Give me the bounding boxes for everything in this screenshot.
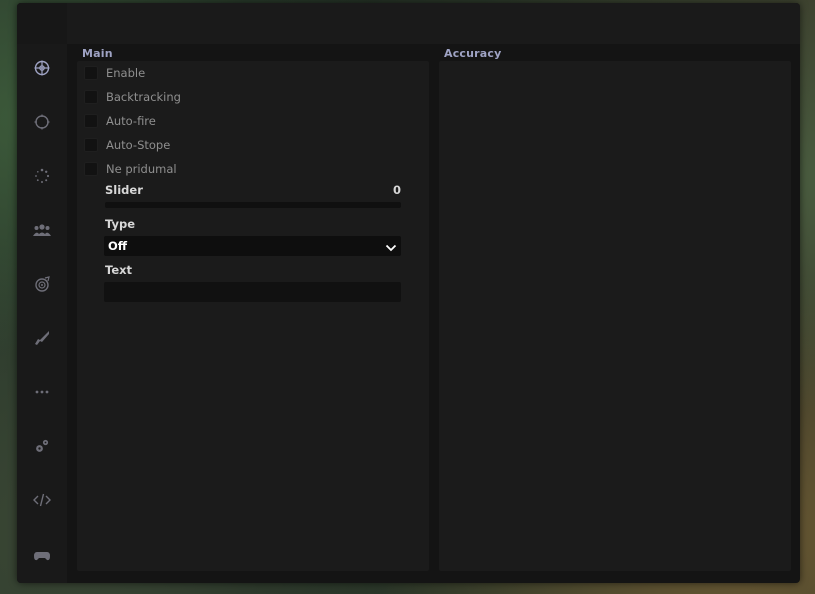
spinner-icon	[34, 168, 50, 184]
sidebar-item-misc[interactable]	[17, 372, 67, 412]
slider-label: Slider	[105, 183, 143, 197]
checkbox-ne-pridumal[interactable]: Ne pridumal	[84, 160, 177, 178]
checkbox-auto-fire[interactable]: Auto-fire	[84, 112, 156, 130]
checkbox-box[interactable]	[84, 162, 98, 176]
accuracy-panel	[439, 61, 791, 571]
sidebar-item-visuals[interactable]	[17, 264, 67, 304]
chevron-down-icon	[385, 237, 397, 256]
checkbox-box[interactable]	[84, 90, 98, 104]
checkbox-backtracking[interactable]: Backtracking	[84, 88, 181, 106]
accuracy-section-title: Accuracy	[444, 47, 502, 60]
sidebar	[17, 44, 67, 583]
rifle-icon	[34, 330, 50, 346]
sidebar-item-players[interactable]	[17, 210, 67, 250]
type-label: Type	[105, 217, 136, 231]
gears-icon	[34, 438, 50, 454]
text-label: Text	[105, 263, 133, 277]
sidebar-item-settings[interactable]	[17, 426, 67, 466]
type-select[interactable]: Off	[104, 236, 401, 256]
checkbox-enable[interactable]: Enable	[84, 64, 145, 82]
slider-value: 0	[393, 183, 402, 197]
checkbox-label: Ne pridumal	[106, 162, 177, 176]
cheat-menu-window: Main Accuracy Enable Backtracking Auto-f…	[17, 3, 800, 583]
sidebar-item-aimbot[interactable]	[17, 48, 67, 88]
type-select-value: Off	[108, 239, 128, 253]
sidebar-item-skins[interactable]	[17, 318, 67, 358]
circle-icon	[34, 114, 50, 130]
checkbox-box[interactable]	[84, 114, 98, 128]
checkbox-box[interactable]	[84, 66, 98, 80]
logo-area	[17, 3, 67, 44]
code-icon	[33, 493, 51, 507]
checkbox-label: Auto-fire	[106, 114, 156, 128]
checkbox-auto-stope[interactable]: Auto-Stope	[84, 136, 170, 154]
checkbox-label: Enable	[106, 66, 146, 80]
slider-track[interactable]	[105, 202, 401, 208]
sidebar-item-scripts[interactable]	[17, 480, 67, 520]
crosshair-icon	[34, 60, 50, 76]
gamepad-icon	[33, 550, 51, 562]
group-icon	[33, 223, 51, 237]
ellipsis-icon	[35, 390, 49, 394]
checkbox-label: Backtracking	[106, 90, 181, 104]
checkbox-box[interactable]	[84, 138, 98, 152]
sidebar-item-triggerbot[interactable]	[17, 102, 67, 142]
title-bar[interactable]	[17, 3, 800, 44]
eye-target-icon	[34, 276, 50, 292]
sidebar-item-controller[interactable]	[17, 536, 67, 576]
main-panel: Enable Backtracking Auto-fire Auto-Stope…	[77, 61, 429, 571]
text-input[interactable]	[104, 282, 401, 302]
sidebar-item-antiaim[interactable]	[17, 156, 67, 196]
main-section-title: Main	[82, 47, 113, 60]
checkbox-label: Auto-Stope	[106, 138, 171, 152]
